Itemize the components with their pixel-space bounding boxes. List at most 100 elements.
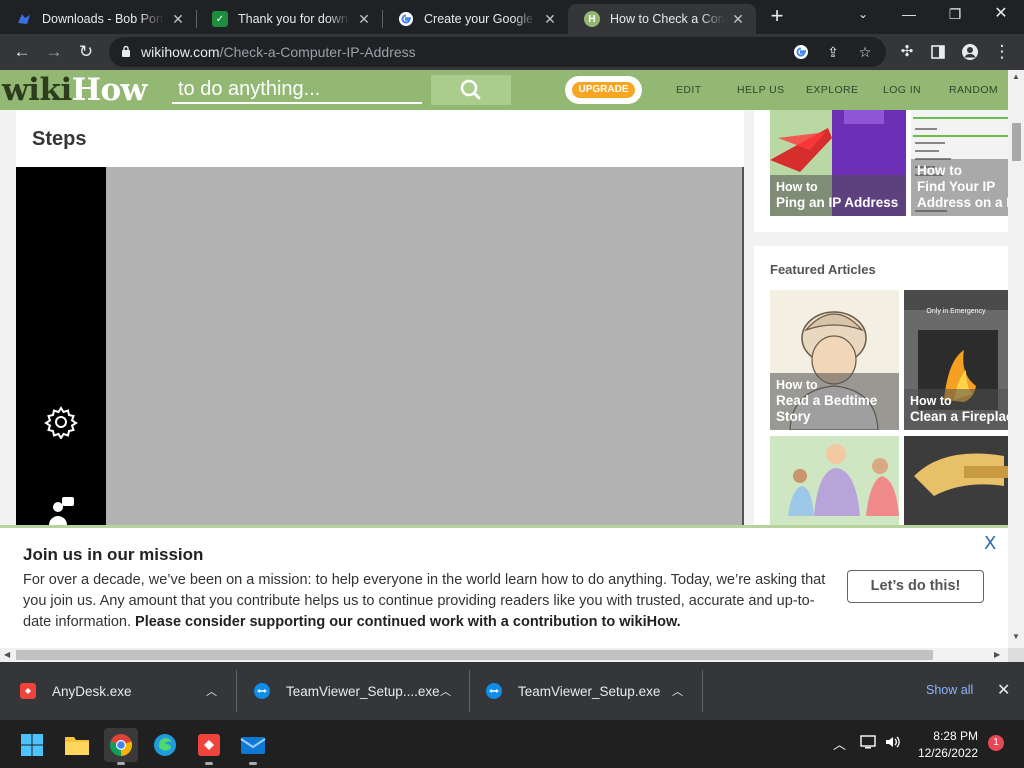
howto-label: How to xyxy=(917,163,962,178)
reload-button[interactable]: ↻ xyxy=(73,39,99,65)
featured-article-bedtime-story[interactable]: How to Read a Bedtime Story xyxy=(770,290,899,430)
mail-icon[interactable] xyxy=(236,728,270,765)
horizontal-scroll-thumb[interactable] xyxy=(16,650,933,660)
related-articles-card: How to Ping an IP Address How to Find Yo… xyxy=(754,110,1008,232)
download-item-teamviewer-1[interactable]: TeamViewer_Setup....exe ︿ xyxy=(254,662,470,720)
featured-article-clean-fireplace[interactable]: Only in Emergency How to Clean a Firepla… xyxy=(904,290,1008,430)
lets-do-this-button[interactable]: Let’s do this! xyxy=(847,570,984,603)
logo-part-wiki: wiki xyxy=(2,72,72,108)
close-tab-icon[interactable]: ✕ xyxy=(356,11,372,28)
howto-label: How to xyxy=(776,180,818,194)
settings-gear-icon[interactable] xyxy=(44,405,78,439)
download-options-chevron-icon[interactable]: ︿ xyxy=(206,683,217,699)
tab-create-google-account[interactable]: Create your Google Account ✕ xyxy=(382,4,568,34)
browser-toolbar: ← → ↻ wikihow.com/Check-a-Computer-IP-Ad… xyxy=(0,34,1024,70)
network-icon[interactable] xyxy=(860,734,878,753)
address-bar[interactable]: wikihow.com/Check-a-Computer-IP-Address … xyxy=(109,37,886,67)
back-button[interactable]: ← xyxy=(9,39,35,65)
banner-text: For over a decade, we’ve been on a missi… xyxy=(23,570,838,633)
menu-kebab-icon[interactable]: ⋮ xyxy=(989,39,1015,65)
download-options-chevron-icon[interactable]: ︿ xyxy=(672,683,683,699)
file-explorer-icon[interactable] xyxy=(60,728,94,762)
steps-card: Steps xyxy=(16,110,744,167)
close-downloads-shelf-icon[interactable]: ✕ xyxy=(997,680,1010,700)
related-title-line1: Find Your IP xyxy=(917,179,996,194)
search-icon xyxy=(460,79,481,100)
bookmark-star-icon[interactable]: ☆ xyxy=(856,43,874,61)
tab-thank-you[interactable]: ✓ Thank you for downloading ✕ xyxy=(196,4,382,34)
banner-close-button[interactable]: X xyxy=(984,533,996,554)
notification-badge[interactable]: 1 xyxy=(988,735,1004,751)
logo-part-how: How xyxy=(71,72,148,108)
share-icon[interactable]: ⇪ xyxy=(824,43,842,61)
featured-title-line1: Clean a Fireplace xyxy=(910,409,1008,424)
anydesk-icon[interactable] xyxy=(192,728,226,765)
related-caption: How to Find Your IP Address on a Mac xyxy=(911,159,1008,216)
tab-downloads-bob-pony[interactable]: Downloads - Bob Pony ✕ xyxy=(0,4,196,34)
search-input[interactable]: to do anything... xyxy=(172,77,422,104)
show-all-downloads-link[interactable]: Show all xyxy=(926,683,973,697)
howto-label: How to xyxy=(776,378,818,392)
chrome-icon[interactable] xyxy=(104,728,138,765)
featured-article-family[interactable] xyxy=(770,436,899,536)
download-filename: TeamViewer_Setup.exe xyxy=(518,683,661,699)
horizontal-scrollbar[interactable]: ◀ ▶ xyxy=(0,648,1008,662)
nav-random[interactable]: RANDOM xyxy=(949,84,998,96)
vertical-scroll-thumb[interactable] xyxy=(1012,123,1021,161)
scroll-right-arrow-icon[interactable]: ▶ xyxy=(994,650,1000,659)
nav-explore[interactable]: EXPLORE xyxy=(806,84,858,96)
scroll-down-arrow-icon[interactable]: ▼ xyxy=(1012,632,1020,641)
tab-search-icon[interactable]: ⌄ xyxy=(840,0,886,30)
mission-banner: Join us in our mission For over a decade… xyxy=(0,525,1008,648)
download-options-chevron-icon[interactable]: ︿ xyxy=(440,683,451,699)
clock-time: 8:28 PM xyxy=(933,729,978,743)
volume-icon[interactable] xyxy=(884,734,902,753)
download-item-teamviewer-2[interactable]: TeamViewer_Setup.exe ︿ xyxy=(486,662,702,720)
related-title: Ping an IP Address xyxy=(776,195,899,210)
scroll-left-arrow-icon[interactable]: ◀ xyxy=(4,650,10,659)
close-window-button[interactable]: ✕ xyxy=(978,0,1024,30)
tab-title: Create your Google Account xyxy=(424,12,536,26)
close-tab-icon[interactable]: ✕ xyxy=(730,11,746,28)
restore-button[interactable]: ❐ xyxy=(932,0,978,30)
close-tab-icon[interactable]: ✕ xyxy=(170,11,186,28)
steps-heading: Steps xyxy=(32,128,87,150)
download-separator xyxy=(702,670,703,712)
featured-article-tool[interactable] xyxy=(904,436,1008,536)
featured-caption: How to Read a Bedtime Story xyxy=(770,373,899,430)
download-separator xyxy=(469,670,470,712)
download-item-anydesk[interactable]: AnyDesk.exe ︿ xyxy=(20,662,236,720)
tab-how-to-check-ip[interactable]: H How to Check a Computer IP Address ✕ xyxy=(568,4,756,34)
new-tab-button[interactable]: + xyxy=(764,4,790,30)
forward-button[interactable]: → xyxy=(41,39,67,65)
nav-edit[interactable]: EDIT xyxy=(676,84,702,96)
clock-date: 12/26/2022 xyxy=(917,746,978,760)
system-clock[interactable]: 8:28 PM 12/26/2022 xyxy=(910,728,978,762)
minimize-button[interactable]: — xyxy=(886,0,932,30)
related-article-ping-ip[interactable]: How to Ping an IP Address xyxy=(770,110,906,216)
windows-taskbar: ︿ 8:28 PM 12/26/2022 1 xyxy=(0,720,1024,768)
vertical-scrollbar[interactable]: ▲ ▼ xyxy=(1008,70,1024,648)
tool-illustration xyxy=(904,436,1008,536)
close-tab-icon[interactable]: ✕ xyxy=(542,11,558,28)
person-chat-icon[interactable] xyxy=(46,495,76,525)
downloads-shelf: AnyDesk.exe ︿ TeamViewer_Setup....exe ︿ … xyxy=(0,662,1024,720)
google-icon xyxy=(398,11,414,27)
scroll-up-arrow-icon[interactable]: ▲ xyxy=(1012,72,1020,81)
upgrade-button[interactable]: UPGRADE xyxy=(565,76,642,104)
profile-icon[interactable] xyxy=(957,39,983,65)
show-hidden-icons-chevron[interactable]: ︿ xyxy=(833,734,846,753)
start-icon[interactable] xyxy=(15,728,49,762)
nav-log-in[interactable]: LOG IN xyxy=(883,84,921,96)
related-article-find-ip-mac[interactable]: How to Find Your IP Address on a Mac xyxy=(911,110,1008,216)
extensions-icon[interactable]: ✣ xyxy=(894,39,920,65)
search-button[interactable] xyxy=(431,75,511,105)
wikihow-logo[interactable]: wikiHow xyxy=(2,72,147,108)
upgrade-label: UPGRADE xyxy=(572,82,635,98)
featured-title-line1: Read a Bedtime xyxy=(776,393,878,408)
edge-icon[interactable] xyxy=(148,728,182,762)
side-panel-icon[interactable] xyxy=(925,39,951,65)
nav-help-us[interactable]: HELP US xyxy=(737,84,785,96)
url-text: wikihow.com/Check-a-Computer-IP-Address xyxy=(141,44,416,60)
google-lens-icon[interactable] xyxy=(792,43,810,61)
